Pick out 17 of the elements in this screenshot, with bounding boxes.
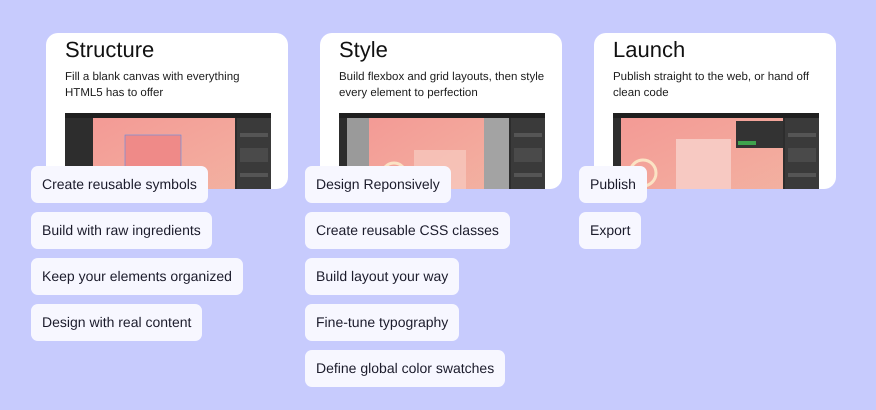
- feature-pill: Publish: [579, 166, 647, 203]
- feature-pill: Export: [579, 212, 642, 249]
- feature-pill: Keep your elements organized: [31, 258, 243, 295]
- feature-pill: Create reusable CSS classes: [305, 212, 510, 249]
- card-title: Style: [339, 36, 388, 64]
- feature-pill: Fine-tune typography: [305, 304, 460, 341]
- card-title: Launch: [613, 36, 686, 64]
- feature-pill: Build layout your way: [305, 258, 460, 295]
- feature-pill: Design with real content: [31, 304, 202, 341]
- card-title: Structure: [65, 36, 154, 64]
- feature-pill: Create reusable symbols: [31, 166, 208, 203]
- feature-pill: Define global color swatches: [305, 350, 506, 387]
- feature-pill: Build with raw ingredients: [31, 212, 212, 249]
- feature-pill: Design Reponsively: [305, 166, 451, 203]
- card-description: Build flexbox and grid layouts, then style every element to perfection: [339, 70, 546, 101]
- card-description: Publish straight to the web, or hand off clean code: [613, 70, 810, 101]
- card-description: Fill a blank canvas with everything HTML5 has to offer: [65, 70, 240, 101]
